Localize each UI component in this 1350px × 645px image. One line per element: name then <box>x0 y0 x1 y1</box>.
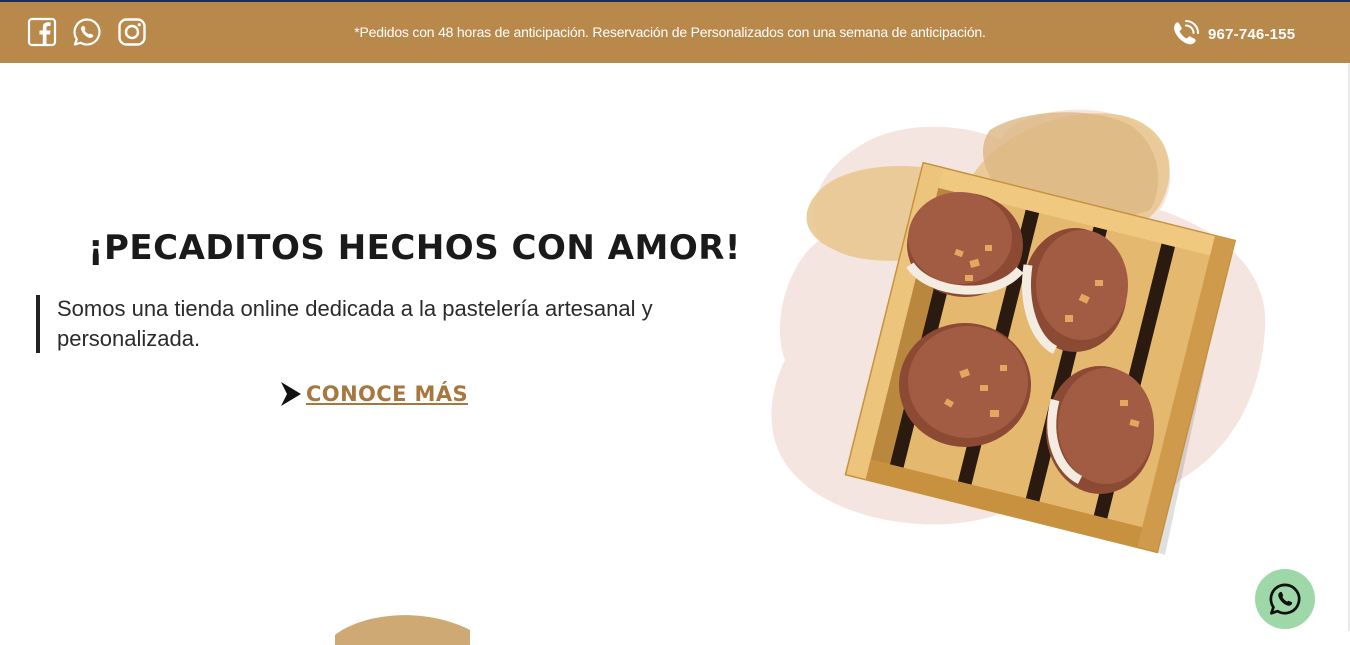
hero-headline: ¡PECADITOS HECHOS CON AMOR! <box>88 228 741 268</box>
learn-more-link[interactable]: CONOCE MÁS <box>280 381 468 407</box>
arrow-right-icon <box>281 382 301 406</box>
instagram-icon[interactable] <box>117 17 147 47</box>
whatsapp-chat-button[interactable] <box>1255 569 1315 629</box>
learn-more-label[interactable]: CONOCE MÁS <box>306 382 468 406</box>
decorative-blob <box>335 615 470 645</box>
hero-product-image <box>771 109 1266 555</box>
facebook-icon[interactable] <box>27 17 57 47</box>
top-bar: *Pedidos con 48 horas de anticipación. R… <box>0 2 1350 63</box>
social-links <box>27 17 147 47</box>
whatsapp-icon <box>1269 583 1301 615</box>
order-notice: *Pedidos con 48 horas de anticipación. R… <box>354 24 986 40</box>
phone-contact[interactable]: 967-746-155 <box>1170 19 1295 49</box>
phone-icon <box>1174 20 1199 45</box>
quote-bar <box>36 295 40 353</box>
hero-description: Somos una tienda online dedicada a la pa… <box>57 296 653 351</box>
whatsapp-icon[interactable] <box>72 17 102 47</box>
phone-number[interactable]: 967-746-155 <box>1208 26 1295 43</box>
